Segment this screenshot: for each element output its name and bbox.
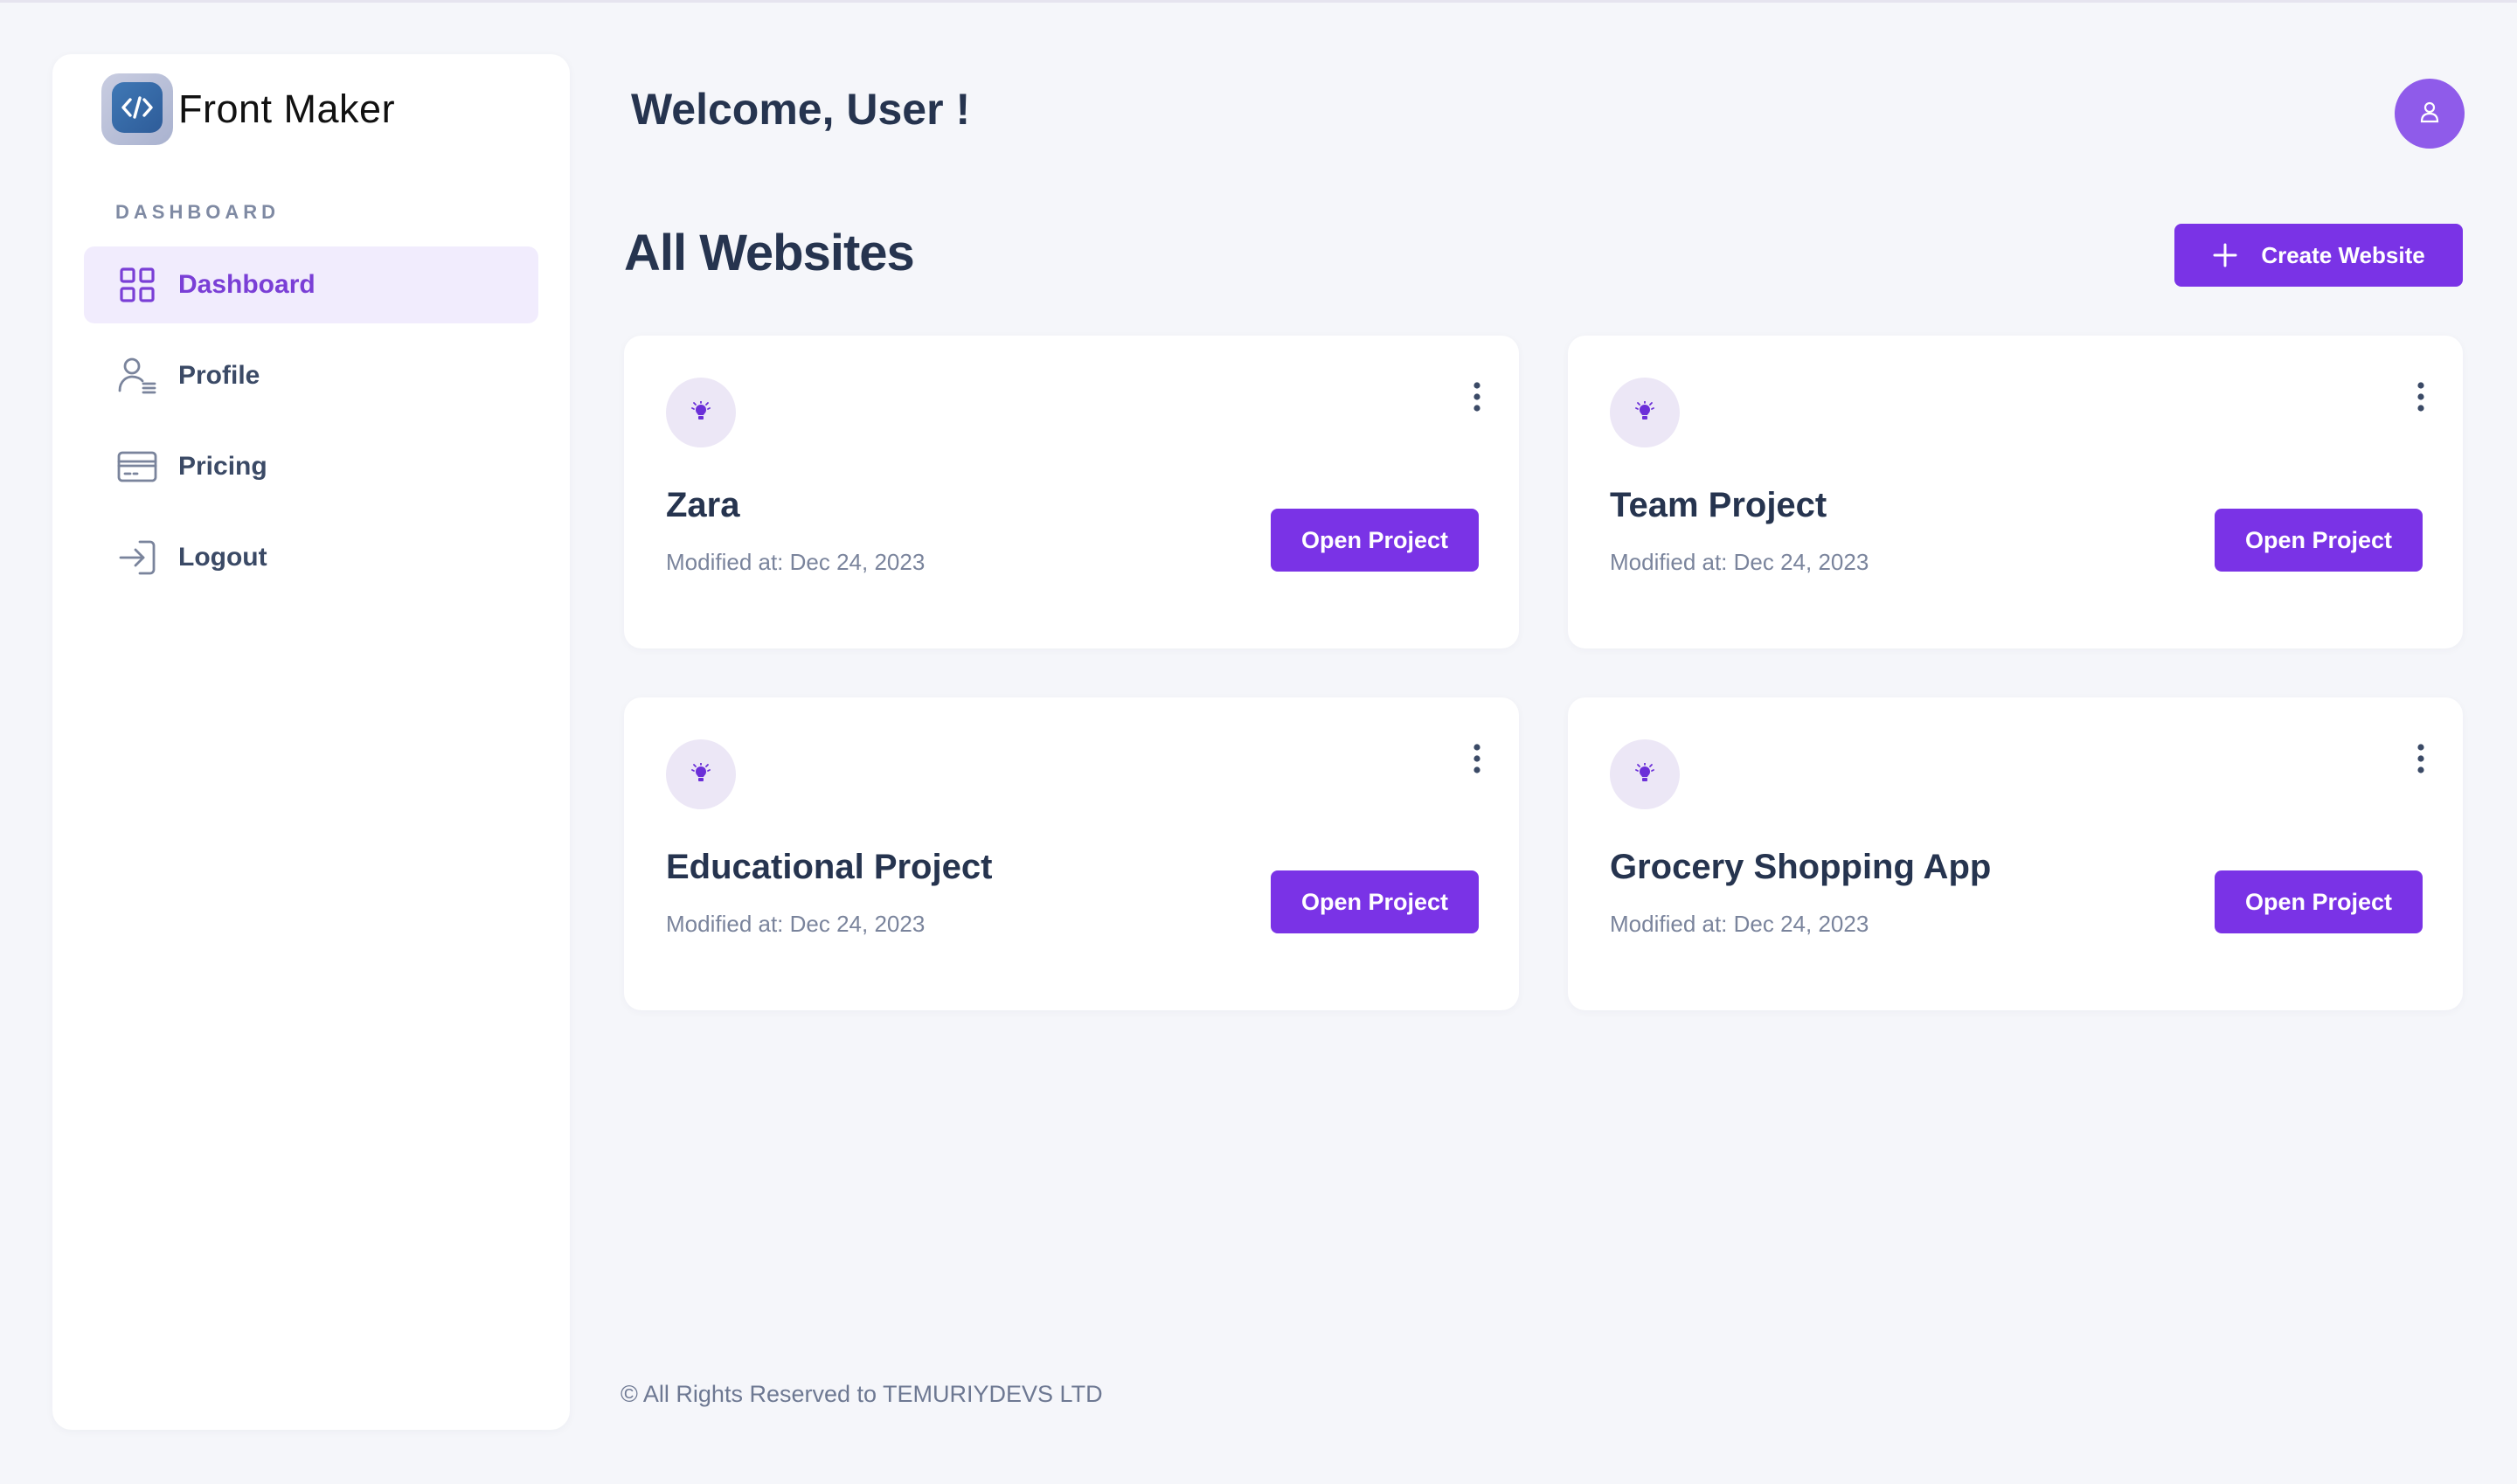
page-title: All Websites — [624, 225, 915, 281]
sidebar-item-dashboard[interactable]: Dashboard — [84, 246, 538, 323]
open-project-button[interactable]: Open Project — [1271, 509, 1479, 572]
project-modified-date: Modified at: Dec 24, 2023 — [1610, 911, 1869, 937]
brand[interactable]: Front Maker — [101, 73, 395, 145]
project-card: Educational Project Modified at: Dec 24,… — [624, 697, 1519, 1010]
project-card: Zara Modified at: Dec 24, 2023 Open Proj… — [624, 336, 1519, 648]
open-project-button[interactable]: Open Project — [2215, 870, 2423, 933]
avatar[interactable] — [2395, 79, 2465, 149]
user-list-icon — [117, 356, 157, 396]
sidebar: Front Maker DASHBOARD Dashboard Profile — [52, 54, 570, 1430]
open-project-button[interactable]: Open Project — [2215, 509, 2423, 572]
lightbulb-icon — [1610, 378, 1680, 447]
sidebar-section-label: DASHBOARD — [115, 201, 280, 223]
project-name: Zara — [666, 486, 740, 524]
lightbulb-icon — [666, 739, 736, 809]
lightbulb-icon — [666, 378, 736, 447]
more-options-icon[interactable] — [1467, 379, 1487, 414]
project-modified-date: Modified at: Dec 24, 2023 — [1610, 549, 1869, 575]
create-website-label: Create Website — [2261, 241, 2425, 268]
project-card: Team Project Modified at: Dec 24, 2023 O… — [1568, 336, 2463, 648]
sidebar-item-label: Profile — [178, 361, 260, 390]
credit-card-icon — [117, 447, 157, 487]
welcome-message: Welcome, User ! — [631, 85, 971, 134]
logout-icon — [117, 537, 157, 578]
sidebar-item-profile[interactable]: Profile — [84, 337, 538, 414]
project-name: Educational Project — [666, 848, 993, 886]
code-icon — [112, 82, 163, 133]
logo — [101, 73, 173, 145]
top-divider — [0, 0, 2517, 3]
project-name: Grocery Shopping App — [1610, 848, 1992, 886]
project-card: Grocery Shopping App Modified at: Dec 24… — [1568, 697, 2463, 1010]
sidebar-item-label: Dashboard — [178, 270, 315, 299]
grid-icon — [117, 265, 157, 305]
project-modified-date: Modified at: Dec 24, 2023 — [666, 911, 926, 937]
project-modified-date: Modified at: Dec 24, 2023 — [666, 549, 926, 575]
create-website-button[interactable]: Create Website — [2174, 224, 2463, 287]
footer-copyright: © All Rights Reserved to TEMURIYDEVS LTD — [621, 1381, 1103, 1407]
more-options-icon[interactable] — [2410, 379, 2431, 414]
sidebar-item-label: Pricing — [178, 452, 267, 481]
plus-icon — [2212, 242, 2238, 268]
brand-name: Front Maker — [178, 87, 396, 131]
open-project-button[interactable]: Open Project — [1271, 870, 1479, 933]
sidebar-item-pricing[interactable]: Pricing — [84, 428, 538, 505]
lightbulb-icon — [1610, 739, 1680, 809]
sidebar-item-logout[interactable]: Logout — [84, 519, 538, 596]
user-icon — [2418, 100, 2441, 128]
more-options-icon[interactable] — [1467, 741, 1487, 776]
more-options-icon[interactable] — [2410, 741, 2431, 776]
project-name: Team Project — [1610, 486, 1827, 524]
sidebar-item-label: Logout — [178, 543, 267, 572]
